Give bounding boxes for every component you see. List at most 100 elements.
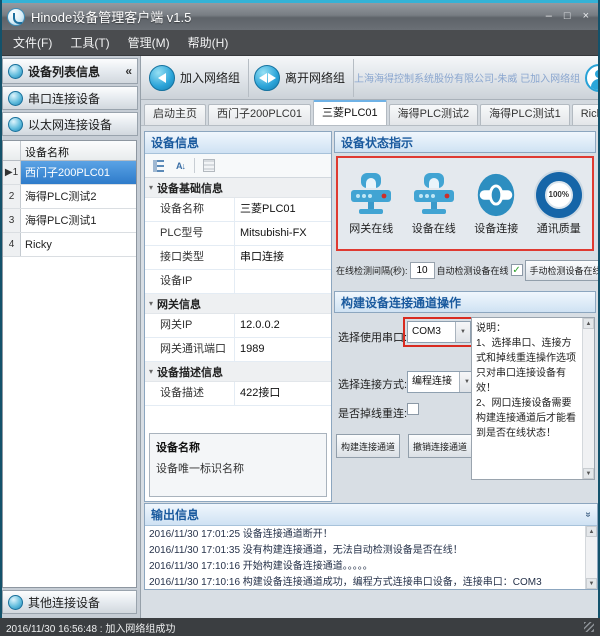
status-bar: 2016/11/30 16:56:48 : 加入网络组成功 (0, 618, 600, 636)
channel-panel-header: 构建设备连接通道操作 (334, 291, 596, 313)
property-row[interactable]: 接口类型 串口连接 (145, 246, 331, 270)
output-panel: 输出信息 » 2016/11/30 17:01:25 设备连接通道断开！ 201… (144, 503, 598, 590)
resize-grip-icon[interactable] (584, 622, 594, 632)
device-online-indicator: 设备在线 (404, 172, 464, 236)
help-title: 设备名称 (156, 439, 320, 455)
mode-combobox[interactable]: 编程连接 ▼ (407, 371, 475, 393)
cancel-channel-button[interactable]: 撤销连接通道 (408, 434, 472, 458)
category-description-info[interactable]: ▾ 设备描述信息 (145, 362, 331, 382)
tab-home[interactable]: 启动主页 (144, 104, 206, 125)
tab-hite-plc-test1[interactable]: 海得PLC测试1 (480, 104, 570, 125)
device-name[interactable]: 海得PLC测试1 (21, 209, 136, 232)
category-gateway-info[interactable]: ▾ 网关信息 (145, 294, 331, 314)
menu-item-file[interactable]: 文件(F) (4, 30, 61, 55)
interval-input[interactable] (410, 262, 435, 279)
property-grid-toolbar: A↓ (145, 154, 331, 178)
content-area: 设备信息 A↓ ▾ 设备基础信息 设备名称 三菱PLC01 PLC型号 Mits… (141, 126, 600, 618)
scroll-up-icon[interactable]: ▲ (586, 526, 597, 537)
tab-bar: 启动主页 西门子200PLC01 三菱PLC01 海得PLC测试2 海得PLC测… (141, 100, 600, 126)
port-label: 选择使用串口: (338, 329, 407, 345)
sidebar-item-other-devices[interactable]: 其他连接设备 (2, 590, 137, 614)
collapse-panel-icon[interactable]: » (583, 512, 594, 518)
manual-check-button[interactable]: 手动检测设备在线 (525, 260, 600, 281)
table-row[interactable]: ▶1 西门子200PLC01 (3, 161, 136, 185)
mode-label: 选择连接方式: (338, 376, 407, 392)
sidebar-header[interactable]: 设备列表信息 « (2, 58, 138, 84)
device-info-header: 设备信息 (145, 132, 331, 154)
category-basic-info[interactable]: ▾ 设备基础信息 (145, 178, 331, 198)
tab-mitsubishi-plc01[interactable]: 三菱PLC01 (313, 100, 387, 125)
device-table-header: 设备名称 (3, 141, 136, 161)
build-channel-button[interactable]: 构建连接通道 (336, 434, 400, 458)
menu-item-tools[interactable]: 工具(T) (61, 30, 118, 55)
table-row[interactable]: 3 海得PLC测试1 (3, 209, 136, 233)
comm-quality-value: 100% (545, 181, 573, 209)
device-name[interactable]: 西门子200PLC01 (21, 161, 136, 184)
log-line: 2016/11/30 17:01:35 没有构建连接通道，无法自动检测设备是否在… (149, 543, 581, 559)
property-row[interactable]: 网关通讯端口 1989 (145, 338, 331, 362)
port-combobox[interactable]: COM3 ▼ (407, 321, 471, 343)
title-bar: Hinode设备管理客户端 v1.5 – □ × (0, 0, 600, 30)
sort-az-icon[interactable]: A↓ (172, 157, 189, 174)
property-row[interactable]: 设备名称 三菱PLC01 (145, 198, 331, 222)
auto-check-checkbox[interactable]: ✓ (511, 264, 523, 276)
scroll-up-icon[interactable]: ▲ (583, 318, 594, 329)
join-network-group-button[interactable]: 加入网络组 (144, 59, 249, 97)
menu-item-help[interactable]: 帮助(H) (179, 30, 238, 55)
menu-item-manage[interactable]: 管理(M) (119, 30, 179, 55)
device-name-column-header: 设备名称 (21, 141, 136, 160)
scroll-down-icon[interactable]: ▼ (583, 468, 594, 479)
log-scrollbar[interactable]: ▲ ▼ (585, 526, 597, 589)
category-collapse-icon: ▾ (149, 183, 153, 192)
categorized-view-icon[interactable] (150, 157, 167, 174)
tab-ricky[interactable]: Ricky (572, 104, 600, 125)
status-indicators: 网关在线 设备在线 设备连接 100% (336, 156, 594, 251)
instruction-note-box: 说明： 1、选择串口、连接方式和掉线重连操作选项只对串口连接设备有效！ 2、网口… (471, 317, 595, 480)
minimize-button[interactable]: – (546, 11, 552, 22)
mode-value: 编程连接 (408, 372, 459, 392)
reconnect-label: 是否掉线重连: (338, 405, 407, 421)
row-index: 1 (13, 167, 19, 178)
selected-row-marker-icon: ▶ (5, 167, 13, 178)
collapse-sidebar-icon[interactable]: « (125, 64, 132, 78)
ethernet-device-icon (8, 117, 23, 132)
table-row[interactable]: 4 Ricky (3, 233, 136, 257)
property-row[interactable]: 设备描述 422接口 (145, 382, 331, 406)
port-highlight-box: COM3 ▼ (403, 317, 475, 347)
sidebar-header-label: 设备列表信息 (28, 63, 100, 80)
comm-quality-gauge-icon: 100% (536, 172, 582, 218)
avatar (585, 64, 600, 92)
leave-network-group-button[interactable]: 离开网络组 (249, 59, 354, 97)
property-row[interactable]: 网关IP 12.0.0.2 (145, 314, 331, 338)
gateway-online-icon (347, 172, 395, 218)
device-name[interactable]: 海得PLC测试2 (21, 185, 136, 208)
reconnect-checkbox[interactable] (407, 403, 419, 415)
serial-device-icon (8, 91, 23, 106)
device-connect-icon (472, 172, 520, 218)
tab-hite-plc-test2[interactable]: 海得PLC测试2 (389, 104, 479, 125)
maximize-button[interactable]: □ (564, 11, 571, 22)
output-panel-title: 输出信息 (151, 506, 199, 523)
table-row[interactable]: 2 海得PLC测试2 (3, 185, 136, 209)
log-area: 2016/11/30 17:01:25 设备连接通道断开！ 2016/11/30… (145, 526, 597, 589)
tab-siemens-200plc01[interactable]: 西门子200PLC01 (208, 104, 311, 125)
device-name[interactable]: Ricky (21, 233, 136, 256)
sidebar-item-serial-devices[interactable]: 串口连接设备 (2, 86, 138, 110)
close-button[interactable]: × (583, 11, 589, 22)
combo-arrow-icon[interactable]: ▼ (455, 322, 470, 342)
note-scrollbar[interactable]: ▲ ▼ (582, 318, 594, 479)
note-line: 2、网口连接设备需要构建连接通道后才能看到是否在线状态！ (476, 396, 580, 441)
other-device-icon (8, 595, 23, 610)
toolbar-separator (194, 158, 195, 173)
user-area: 上海海得控制系统股份有限公司-朱威 已加入网络组 (354, 64, 600, 92)
window-title: Hinode设备管理客户端 v1.5 (31, 7, 191, 26)
sidebar-item-ethernet-devices[interactable]: 以太网连接设备 (2, 112, 138, 136)
property-row[interactable]: PLC型号 Mitsubishi-FX (145, 222, 331, 246)
port-value: COM3 (408, 322, 455, 342)
comm-quality-indicator: 100% 通讯质量 (529, 172, 589, 236)
note-line: 说明： (476, 321, 580, 336)
property-row[interactable]: 设备IP (145, 270, 331, 294)
device-table: 设备名称 ▶1 西门子200PLC01 2 海得PLC测试2 3 海得PLC测试… (2, 140, 137, 588)
scroll-down-icon[interactable]: ▼ (586, 578, 597, 589)
user-status-text: 上海海得控制系统股份有限公司-朱威 已加入网络组 (354, 70, 580, 85)
